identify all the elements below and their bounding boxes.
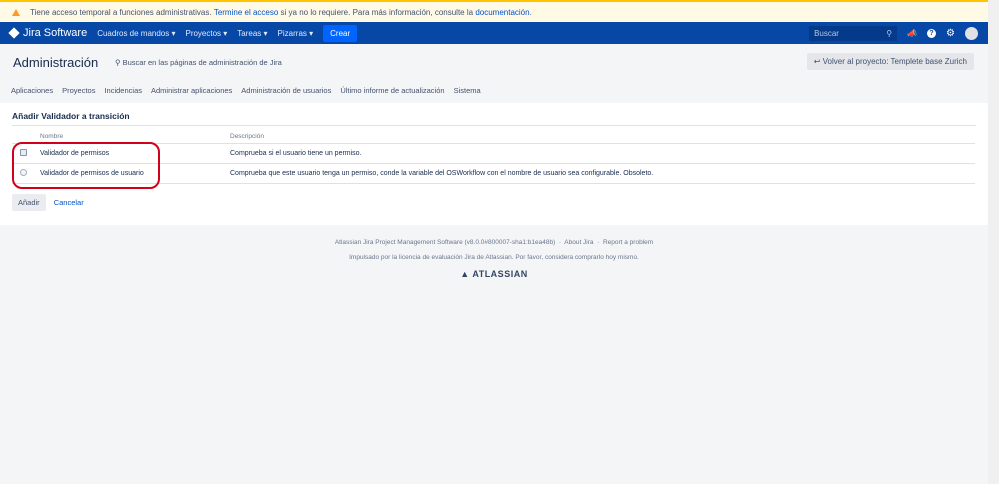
warning-icon xyxy=(12,8,20,16)
banner-text-2: si ya no lo requiere. Para más informaci… xyxy=(280,7,474,17)
logo-text: Jira Software xyxy=(23,27,88,39)
admin-access-banner: Tiene acceso temporal a funciones admini… xyxy=(0,0,988,22)
tab-projects[interactable]: Proyectos xyxy=(62,86,95,95)
scrollbar[interactable] xyxy=(988,0,999,484)
help-icon[interactable]: ? xyxy=(927,28,937,38)
tab-system[interactable]: Sistema xyxy=(454,86,481,95)
jira-diamond-icon xyxy=(8,27,20,39)
nav-issues[interactable]: Tareas ▾ xyxy=(237,29,267,38)
column-description: Descripción xyxy=(230,130,975,144)
banner-end: . xyxy=(529,7,532,17)
tab-user-management[interactable]: Administración de usuarios xyxy=(241,86,331,95)
admin-tabs: Aplicaciones Proyectos Incidencias Admin… xyxy=(11,86,481,95)
atlassian-brand: ATLASSIAN xyxy=(472,269,528,279)
notifications-icon[interactable]: 📣 xyxy=(907,29,917,38)
highlight-annotation xyxy=(12,142,160,189)
tab-applications[interactable]: Aplicaciones xyxy=(11,86,53,95)
avatar[interactable] xyxy=(965,26,978,40)
top-nav: Jira Software Cuadros de mandos ▾ Proyec… xyxy=(0,22,988,44)
nav-dashboards[interactable]: Cuadros de mandos ▾ xyxy=(97,29,175,38)
add-button[interactable]: Añadir xyxy=(12,194,46,211)
admin-search[interactable]: ⚲ Buscar en las páginas de administració… xyxy=(115,58,282,67)
footer-license: Impulsado por la licencia de evaluación … xyxy=(349,254,639,261)
footer: Atlassian Jira Project Management Softwa… xyxy=(0,225,988,279)
admin-search-label: Buscar en las páginas de administración … xyxy=(122,58,282,67)
search-icon: ⚲ xyxy=(886,28,893,38)
back-label: Volver al proyecto: Templete base Zurich xyxy=(822,57,967,66)
gear-icon[interactable]: ⚙ xyxy=(946,28,955,39)
documentation-link[interactable]: documentación xyxy=(475,8,529,17)
jira-logo[interactable]: Jira Software xyxy=(8,27,88,39)
nav-boards[interactable]: Pizarras ▾ xyxy=(278,29,314,38)
tab-manage-apps[interactable]: Administrar aplicaciones xyxy=(151,86,232,95)
atlassian-logo[interactable]: ▲ ATLASSIAN xyxy=(0,269,988,279)
search-icon: ⚲ xyxy=(115,58,123,67)
banner-text: Tiene acceso temporal a funciones admini… xyxy=(30,7,212,17)
tab-issues[interactable]: Incidencias xyxy=(104,86,142,95)
footer-version: Atlassian Jira Project Management Softwa… xyxy=(334,239,556,246)
admin-header: Administración ⚲ Buscar en las páginas d… xyxy=(0,44,988,103)
search-placeholder: Buscar xyxy=(814,28,839,38)
report-problem-link[interactable]: Report a problem xyxy=(603,239,653,246)
page-title: Administración xyxy=(13,55,99,70)
search-input[interactable]: Buscar ⚲ xyxy=(809,25,898,41)
back-to-project-button[interactable]: ↩ Volver al proyecto: Templete base Zuri… xyxy=(806,53,974,70)
validator-description: Comprueba que este usuario tenga un perm… xyxy=(230,163,975,184)
back-arrow-icon: ↩ xyxy=(813,57,823,66)
cancel-link[interactable]: Cancelar xyxy=(54,198,84,207)
end-access-link[interactable]: Termine el acceso xyxy=(214,8,278,17)
section-heading: Añadir Validador a transición xyxy=(12,111,976,126)
tab-latest-upgrade-report[interactable]: Último informe de actualización xyxy=(340,86,444,95)
about-jira-link[interactable]: About Jira xyxy=(564,239,593,246)
atlassian-icon: ▲ xyxy=(460,269,473,279)
validator-description: Comprueba si el usuario tiene un permiso… xyxy=(230,143,975,164)
nav-projects[interactable]: Proyectos ▾ xyxy=(185,29,227,38)
create-button[interactable]: Crear xyxy=(323,24,358,42)
